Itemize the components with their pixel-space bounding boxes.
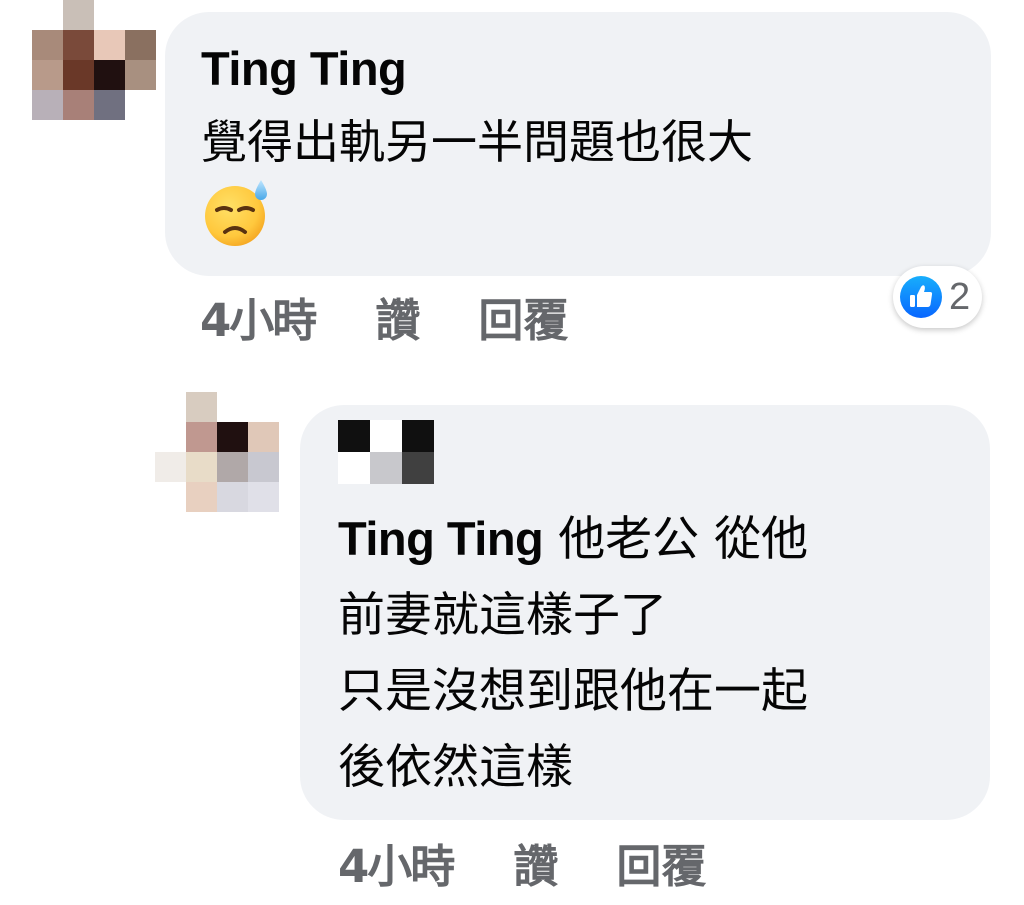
reply-button[interactable]: 回覆 bbox=[616, 830, 706, 895]
avatar-pixel bbox=[125, 0, 156, 30]
reply-text-line: 前妻就這樣子了 bbox=[338, 588, 667, 643]
avatar-pixel bbox=[217, 452, 248, 482]
reply-text-segment: 他老公 從他 bbox=[558, 512, 809, 567]
avatar-pixel bbox=[94, 90, 125, 120]
avatar-pixel bbox=[32, 0, 63, 30]
name-pixel bbox=[338, 452, 370, 484]
like-button[interactable]: 讚 bbox=[375, 284, 420, 349]
name-pixel bbox=[370, 452, 402, 484]
reply-actions: 4小時 讚 回覆 bbox=[338, 830, 706, 895]
avatar-pixel bbox=[217, 392, 248, 422]
avatar-pixel bbox=[94, 60, 125, 90]
reply-text-line: Ting Ting 他老公 從他 bbox=[338, 501, 954, 578]
reply-timestamp[interactable]: 4小時 bbox=[338, 830, 455, 895]
name-pixel bbox=[402, 420, 434, 452]
like-button[interactable]: 讚 bbox=[513, 830, 558, 895]
replier-avatar[interactable] bbox=[155, 392, 279, 512]
avatar-pixel bbox=[125, 60, 156, 90]
avatar-pixel bbox=[155, 422, 186, 452]
reply-button[interactable]: 回覆 bbox=[478, 284, 568, 349]
avatar-pixel bbox=[125, 90, 156, 120]
avatar-pixel bbox=[217, 422, 248, 452]
avatar-pixel bbox=[32, 90, 63, 120]
avatar-pixel bbox=[125, 30, 156, 60]
name-pixel bbox=[370, 420, 402, 452]
reply-text-line: 只是沒想到跟他在一起 bbox=[338, 664, 808, 719]
avatar-pixel bbox=[94, 0, 125, 30]
avatar-pixel bbox=[32, 60, 63, 90]
avatar-pixel bbox=[63, 0, 94, 30]
avatar-pixel bbox=[94, 30, 125, 60]
thumbs-up-icon bbox=[900, 276, 942, 318]
comment-timestamp[interactable]: 4小時 bbox=[200, 284, 317, 349]
reaction-count: 2 bbox=[949, 275, 971, 318]
reply-text-line: 後依然這樣 bbox=[338, 740, 573, 795]
avatar-pixel bbox=[63, 30, 94, 60]
avatar-pixel bbox=[63, 90, 94, 120]
reaction-badge[interactable]: 2 bbox=[893, 266, 983, 328]
avatar-pixel bbox=[248, 452, 279, 482]
commenter-avatar[interactable] bbox=[32, 0, 156, 120]
avatar-pixel bbox=[186, 452, 217, 482]
avatar-pixel bbox=[248, 422, 279, 452]
avatar-pixel bbox=[186, 392, 217, 422]
comment-text: 覺得出軌另一半問題也很大 bbox=[201, 115, 753, 169]
avatar-pixel bbox=[155, 482, 186, 512]
avatar-pixel bbox=[186, 482, 217, 512]
comment-actions: 4小時 讚 回覆 bbox=[200, 284, 568, 349]
name-pixel bbox=[402, 452, 434, 484]
avatar-pixel bbox=[248, 482, 279, 512]
avatar-pixel bbox=[155, 392, 186, 422]
avatar-pixel bbox=[155, 452, 186, 482]
name-pixel bbox=[338, 420, 370, 452]
avatar-pixel bbox=[217, 482, 248, 512]
replier-name-blurred[interactable] bbox=[338, 420, 434, 484]
avatar-pixel bbox=[63, 60, 94, 90]
comment-author-name[interactable]: Ting Ting bbox=[201, 42, 955, 96]
avatar-pixel bbox=[32, 30, 63, 60]
downcast-face-with-sweat-icon bbox=[205, 180, 267, 246]
comment-bubble: Ting Ting 覺得出軌另一半問題也很大 bbox=[165, 12, 991, 276]
avatar-pixel bbox=[186, 422, 217, 452]
mentioned-user-tag[interactable]: Ting Ting bbox=[338, 512, 544, 565]
avatar-pixel bbox=[248, 392, 279, 422]
